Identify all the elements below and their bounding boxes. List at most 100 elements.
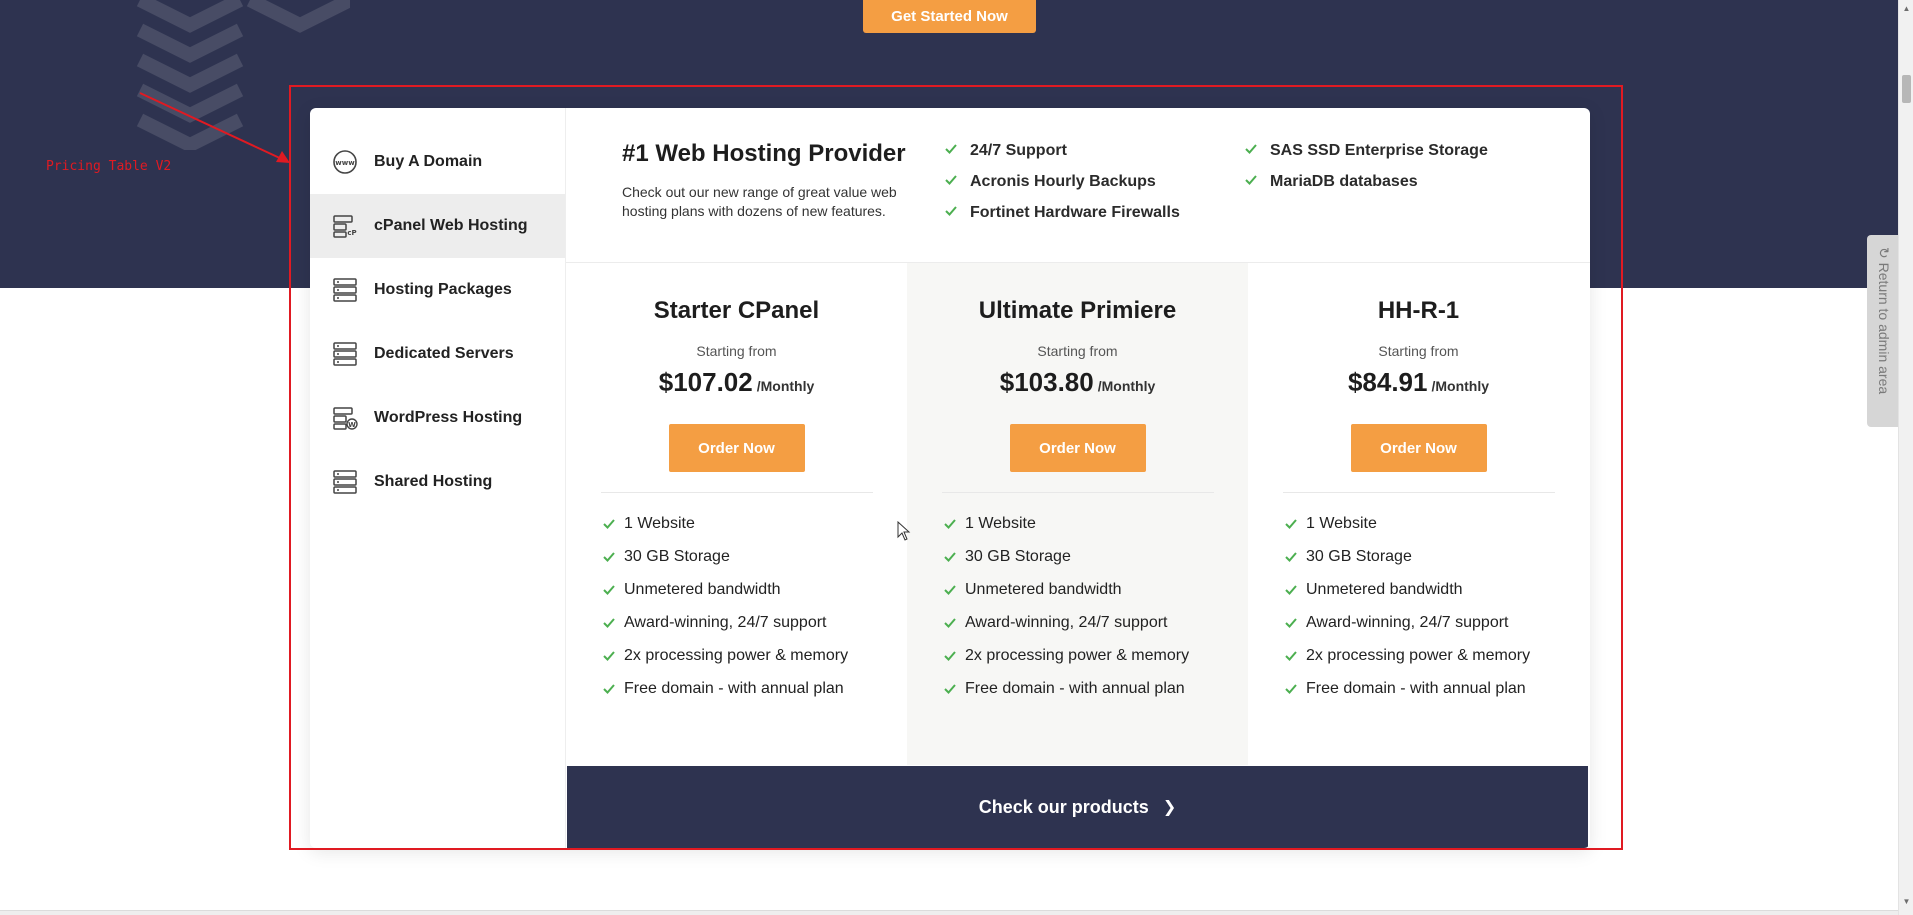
vertical-scrollbar[interactable]: ▲ ▼ (1898, 0, 1913, 915)
hero-feature: Fortinet Hardware Firewalls (944, 204, 1180, 235)
plan-feature: 30 GB Storage (602, 540, 907, 573)
plan-feature: Unmetered bandwidth (943, 573, 1248, 606)
sidebar-item-buy-a-domain[interactable]: www Buy A Domain (310, 130, 565, 194)
plan-name: HH-R-1 (1377, 297, 1460, 324)
check-icon (603, 650, 615, 661)
plan-features: 1 Website 30 GB Storage Unmetered bandwi… (566, 507, 907, 705)
hero-features-col-2: SAS SSD Enterprise Storage MariaDB datab… (1244, 142, 1488, 204)
sidebar-item-wordpress-hosting[interactable]: W WordPress Hosting (310, 386, 565, 450)
divider (1282, 492, 1555, 493)
check-icon (603, 584, 615, 595)
check-icon (944, 551, 956, 562)
cpanel-server-icon: cP (332, 213, 358, 239)
plan-card-hh-r-1: HH-R-1 Starting from $84.91 /Monthly Ord… (1248, 263, 1589, 765)
plan-feature: Free domain - with annual plan (943, 672, 1248, 705)
svg-text:www: www (335, 159, 355, 167)
plan-period: /Monthly (756, 378, 815, 394)
server-stack-icon (332, 277, 358, 303)
plan-feature: Unmetered bandwidth (602, 573, 907, 606)
plan-feature: Award-winning, 24/7 support (1284, 606, 1589, 639)
plan-feature: 2x processing power & memory (943, 639, 1248, 672)
hero-description: Check out our new range of great value w… (622, 184, 897, 219)
check-products-label: Check our products (978, 796, 1149, 817)
sidebar-item-shared-hosting[interactable]: Shared Hosting (310, 450, 565, 514)
plan-name: Starter CPanel (653, 297, 820, 324)
plan-feature: 30 GB Storage (943, 540, 1248, 573)
check-icon (603, 617, 615, 628)
plan-price-row: $103.80 /Monthly (907, 367, 1248, 398)
check-icon (1285, 551, 1297, 562)
plan-feature: Free domain - with annual plan (602, 672, 907, 705)
check-icon (944, 650, 956, 661)
divider (600, 492, 873, 493)
server-stack-icon (332, 341, 358, 367)
plans-row: Starter CPanel Starting from $107.02 /Mo… (566, 263, 1590, 765)
sidebar-item-label: Dedicated Servers (374, 345, 514, 362)
plan-price: $84.91 (1347, 367, 1428, 397)
scroll-up-icon[interactable]: ▲ (1899, 0, 1913, 16)
hero-feature: Acronis Hourly Backups (944, 173, 1180, 204)
check-icon (603, 683, 615, 694)
check-icon (1245, 144, 1257, 154)
sidebar-item-hosting-packages[interactable]: Hosting Packages (310, 258, 565, 322)
check-icon (945, 144, 957, 154)
hero-feature: SAS SSD Enterprise Storage (1244, 142, 1488, 173)
plan-feature: Unmetered bandwidth (1284, 573, 1589, 606)
check-icon (1245, 175, 1257, 185)
server-stack-icon (332, 469, 358, 495)
plan-feature: 1 Website (602, 507, 907, 540)
check-icon (944, 518, 956, 529)
divider (941, 492, 1214, 493)
svg-text:W: W (348, 421, 356, 429)
svg-text:cP: cP (347, 229, 356, 237)
get-started-button[interactable]: Get Started Now (863, 0, 1036, 33)
page-bottom-edge (0, 910, 1898, 915)
check-icon (944, 617, 956, 628)
plan-price-row: $84.91 /Monthly (1248, 367, 1589, 398)
plan-price-row: $107.02 /Monthly (566, 367, 907, 398)
plan-feature: 1 Website (943, 507, 1248, 540)
order-now-button[interactable]: Order Now (1009, 424, 1146, 472)
scroll-thumb[interactable] (1902, 75, 1911, 103)
sidebar-item-label: cPanel Web Hosting (374, 217, 528, 234)
check-icon (1285, 584, 1297, 595)
plan-name: Ultimate Primiere (978, 297, 1177, 324)
page-title: #1 Web Hosting Provider (622, 140, 906, 167)
plan-feature: 2x processing power & memory (1284, 639, 1589, 672)
order-now-button[interactable]: Order Now (668, 424, 805, 472)
refresh-icon: ↻ (1876, 247, 1892, 259)
scroll-down-icon[interactable]: ▼ (1899, 893, 1913, 909)
plan-starting-label: Starting from (1378, 343, 1459, 359)
sidebar-item-label: Shared Hosting (374, 473, 493, 490)
sidebar-item-cpanel-web-hosting[interactable]: cP cPanel Web Hosting (310, 194, 565, 258)
return-to-admin-tab[interactable]: ↻ Return to admin area (1867, 235, 1900, 427)
check-icon (1285, 617, 1297, 628)
plan-features: 1 Website 30 GB Storage Unmetered bandwi… (907, 507, 1248, 705)
hero-features-col-1: 24/7 Support Acronis Hourly Backups Fort… (944, 142, 1180, 235)
sidebar-item-label: Buy A Domain (374, 153, 483, 170)
plan-feature: 2x processing power & memory (602, 639, 907, 672)
plan-feature: Award-winning, 24/7 support (943, 606, 1248, 639)
wordpress-server-icon: W (332, 405, 358, 431)
hero-feature: 24/7 Support (944, 142, 1180, 173)
plan-starting-label: Starting from (696, 343, 777, 359)
order-now-button[interactable]: Order Now (1350, 424, 1487, 472)
chevron-right-icon: ❯ (1162, 799, 1177, 816)
check-products-button[interactable]: Check our products ❯ (567, 766, 1588, 848)
check-icon (1285, 683, 1297, 694)
hero-section: #1 Web Hosting Provider Check out our ne… (566, 108, 1590, 263)
plan-features: 1 Website 30 GB Storage Unmetered bandwi… (1248, 507, 1589, 705)
check-icon (1285, 518, 1297, 529)
plan-feature: 30 GB Storage (1284, 540, 1589, 573)
sidebar-item-label: Hosting Packages (374, 281, 512, 298)
sidebar-item-dedicated-servers[interactable]: Dedicated Servers (310, 322, 565, 386)
check-icon (944, 683, 956, 694)
check-icon (945, 175, 957, 185)
sidebar-item-label: WordPress Hosting (374, 409, 523, 426)
check-icon (945, 206, 957, 216)
mouse-cursor-icon (897, 521, 911, 541)
plan-card-starter-cpanel: Starter CPanel Starting from $107.02 /Mo… (566, 263, 907, 765)
return-to-admin-label: Return to admin area (1876, 262, 1892, 395)
check-icon (944, 584, 956, 595)
pricing-table: www Buy A Domain cP cPanel Web Hosting H… (310, 108, 1590, 848)
